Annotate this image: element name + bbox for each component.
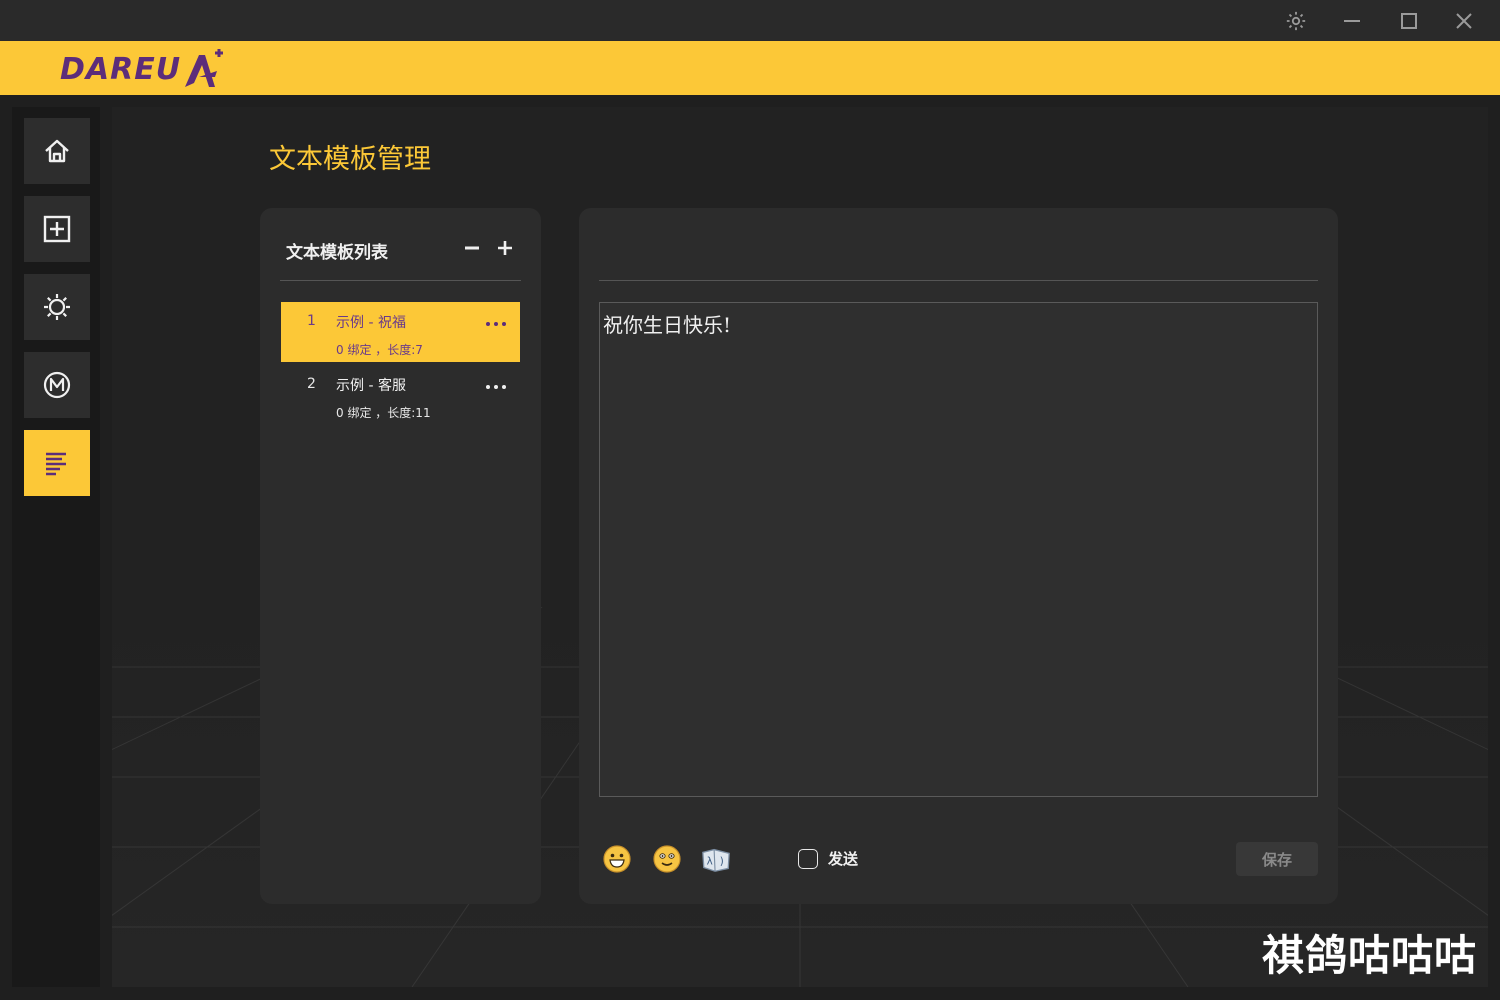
main-content: 文本模板管理 文本模板列表 1 示例 - 祝福 0 绑定 ，长度:7 2 示例 … [112, 107, 1488, 987]
smile-emoji-icon[interactable] [651, 843, 683, 875]
editor-divider [599, 280, 1318, 281]
template-item-number: 1 [307, 313, 316, 329]
plus-square-icon [43, 215, 71, 243]
send-checkbox[interactable] [798, 849, 818, 869]
template-list-panel: 文本模板列表 1 示例 - 祝福 0 绑定 ，长度:7 2 示例 - 客服 0 … [260, 208, 541, 904]
text-lines-icon [46, 452, 66, 476]
kaomoji-icon[interactable]: λ) [700, 843, 732, 875]
brand-logo: DAREU [60, 49, 229, 89]
add-template-button[interactable] [494, 236, 516, 260]
plus-icon [498, 241, 512, 255]
template-item-2[interactable]: 2 示例 - 客服 0 绑定 ，长度:11 [281, 365, 520, 425]
template-item-meta: 0 绑定 ，长度:7 [336, 343, 423, 357]
remove-template-button[interactable] [461, 236, 483, 260]
title-bar [0, 0, 1500, 41]
template-list-header: 文本模板列表 [286, 243, 388, 263]
watermark-text: 祺鸽咕咕咕 [1262, 931, 1478, 980]
sidebar-item-lighting[interactable] [24, 274, 90, 340]
grin-emoji-icon[interactable] [601, 843, 633, 875]
template-editor-panel: 祝你生日快乐! λ) 发送 保存 [579, 208, 1338, 904]
template-item-name: 示例 - 客服 [336, 378, 406, 394]
template-item-1[interactable]: 1 示例 - 祝福 0 绑定 ，长度:7 [281, 302, 520, 362]
sun-icon [44, 294, 70, 320]
list-divider [280, 280, 521, 281]
sidebar [12, 107, 100, 987]
sidebar-item-macro[interactable] [24, 352, 90, 418]
sidebar-item-text-template[interactable] [24, 430, 90, 496]
app-body: 文本模板管理 文本模板列表 1 示例 - 祝福 0 绑定 ，长度:7 2 示例 … [0, 95, 1500, 1000]
svg-text:λ: λ [707, 856, 713, 868]
send-checkbox-label: 发送 [828, 850, 859, 868]
save-button[interactable]: 保存 [1236, 842, 1318, 876]
close-icon[interactable] [1451, 8, 1477, 34]
more-options-icon[interactable] [481, 314, 511, 334]
sidebar-item-home[interactable] [24, 118, 90, 184]
page-title: 文本模板管理 [269, 144, 431, 175]
template-text-editor[interactable]: 祝你生日快乐! [599, 302, 1318, 797]
a-plus-logo-icon [185, 49, 224, 87]
brand-bar: DAREU [0, 41, 1500, 95]
template-item-meta: 0 绑定 ，长度:11 [336, 406, 431, 420]
sidebar-item-add[interactable] [24, 196, 90, 262]
minus-icon [465, 246, 479, 250]
template-item-name: 示例 - 祝福 [336, 315, 406, 331]
maximize-icon[interactable] [1396, 8, 1422, 34]
m-circle-icon [43, 371, 71, 399]
svg-text:): ) [720, 856, 724, 868]
template-item-number: 2 [307, 376, 316, 392]
brand-logo-text: DAREU [60, 51, 182, 87]
minimize-icon[interactable] [1339, 8, 1365, 34]
home-icon [45, 139, 69, 163]
settings-icon[interactable] [1283, 8, 1309, 34]
more-options-icon[interactable] [481, 377, 511, 397]
